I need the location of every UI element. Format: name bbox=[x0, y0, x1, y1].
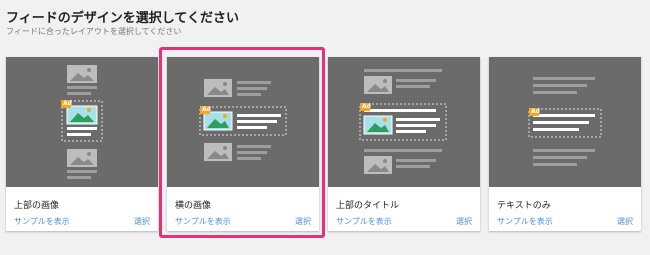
layout-name: 上部の画像 bbox=[14, 201, 60, 211]
ad-badge: Ad bbox=[362, 103, 371, 110]
layout-preview-side-image: Ad bbox=[167, 57, 319, 187]
ad-badge: Ad bbox=[63, 100, 72, 107]
select-button[interactable]: 選択 bbox=[295, 216, 311, 227]
select-button[interactable]: 選択 bbox=[456, 216, 472, 227]
page-title: フィードのデザインを選択してください bbox=[6, 11, 239, 26]
layout-card-text-only[interactable]: Ad テキストのみ サンプルを表示 選択 bbox=[489, 57, 641, 231]
layout-preview-title-top: Ad bbox=[328, 57, 480, 187]
layout-card-side-image[interactable]: Ad 横の画像 サンプルを表示 選択 bbox=[167, 57, 319, 231]
select-button[interactable]: 選択 bbox=[134, 216, 150, 227]
show-sample-link[interactable]: サンプルを表示 bbox=[336, 216, 392, 227]
layout-preview-text-only: Ad bbox=[489, 57, 641, 187]
layout-name: 上部のタイトル bbox=[336, 201, 400, 211]
page-subtitle: フィードに合ったレイアウトを選択してください bbox=[6, 27, 182, 36]
show-sample-link[interactable]: サンプルを表示 bbox=[497, 216, 553, 227]
select-button[interactable]: 選択 bbox=[617, 216, 633, 227]
ad-badge: Ad bbox=[202, 106, 211, 113]
show-sample-link[interactable]: サンプルを表示 bbox=[14, 216, 70, 227]
show-sample-link[interactable]: サンプルを表示 bbox=[175, 216, 231, 227]
layout-name: テキストのみ bbox=[497, 201, 551, 211]
layout-card-title-top[interactable]: Ad 上部のタイトル サンプルを表示 選択 bbox=[328, 57, 480, 231]
ad-badge: Ad bbox=[531, 108, 540, 115]
layout-preview-image-top: Ad bbox=[6, 57, 158, 187]
layout-name: 横の画像 bbox=[175, 201, 212, 211]
layout-card-image-top[interactable]: Ad 上部の画像 サンプルを表示 選択 bbox=[6, 57, 158, 231]
